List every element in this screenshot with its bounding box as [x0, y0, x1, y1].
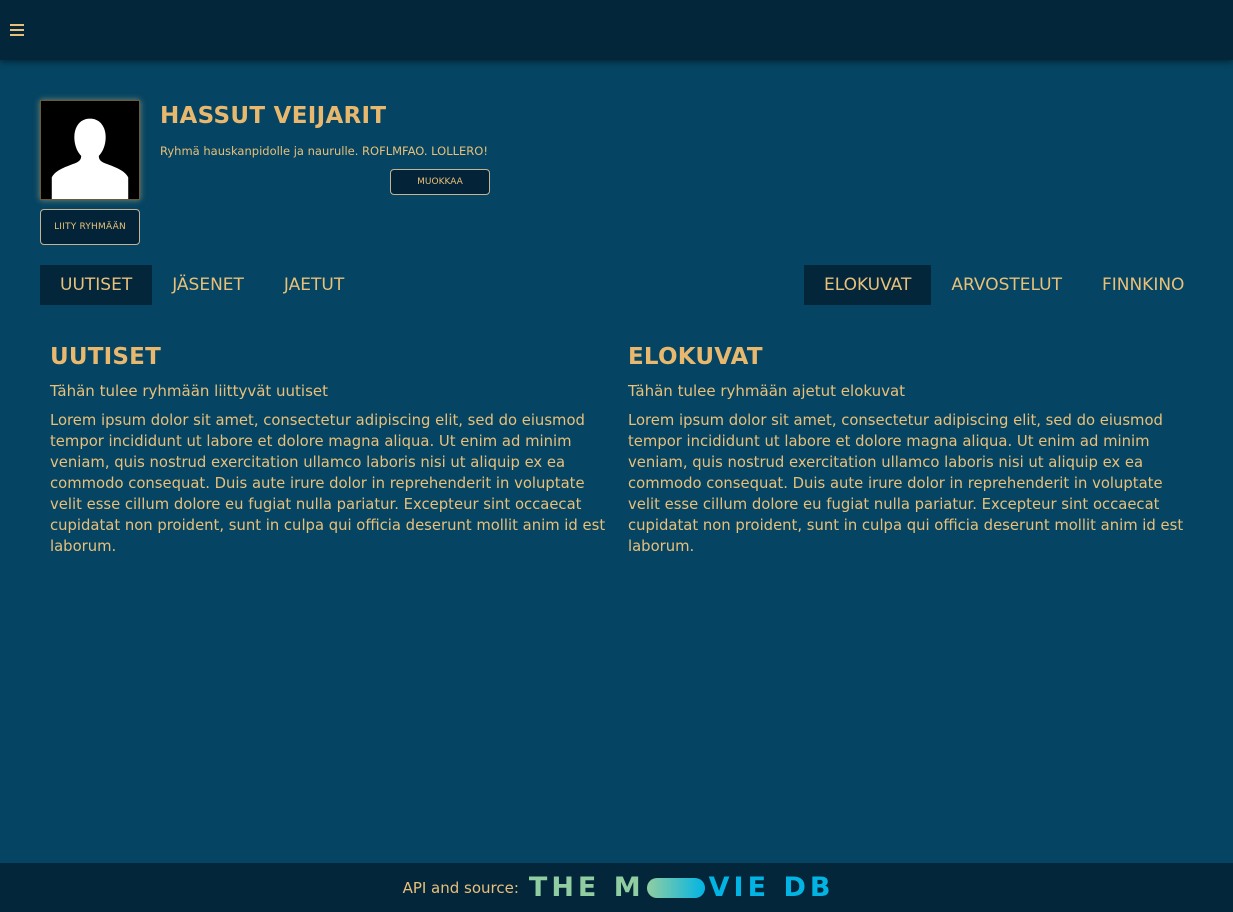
movies-heading: ELOKUVAT	[628, 344, 763, 370]
tab-shared[interactable]: JAETUT	[264, 265, 364, 305]
tmdb-logo-text-start: THE M	[528, 872, 645, 903]
right-tab-bar: ELOKUVAT ARVOSTELUT FINNKINO	[804, 265, 1204, 305]
tab-reviews[interactable]: ARVOSTELUT	[931, 265, 1082, 305]
hamburger-menu-icon[interactable]	[10, 24, 24, 36]
left-tab-bar: UUTISET JÄSENET JAETUT	[40, 265, 364, 305]
tab-movies[interactable]: ELOKUVAT	[804, 265, 932, 305]
tab-members[interactable]: JÄSENET	[152, 265, 264, 305]
tab-news[interactable]: UUTISET	[40, 265, 153, 305]
footer-api-label: API and source:	[402, 878, 519, 897]
movies-subtitle: Tähän tulee ryhmään ajetut elokuvat	[628, 382, 906, 400]
edit-button[interactable]: MUOKKAA	[390, 169, 490, 195]
group-avatar	[40, 100, 140, 200]
footer: API and source: THE M VIE DB	[0, 863, 1233, 912]
group-title: HASSUT VEIJARIT	[160, 103, 387, 129]
join-group-button[interactable]: LIITY RYHMÄÄN	[40, 209, 140, 245]
tmdb-logo-pill-icon	[646, 877, 705, 898]
news-body: Lorem ipsum dolor sit amet, consectetur …	[50, 412, 606, 555]
news-section: UUTISET Tähän tulee ryhmään liittyvät uu…	[50, 344, 610, 557]
news-subtitle: Tähän tulee ryhmään liittyvät uutiset	[50, 382, 329, 400]
news-heading: UUTISET	[50, 344, 161, 370]
tab-finnkino[interactable]: FINNKINO	[1082, 265, 1205, 305]
user-silhouette-icon	[41, 101, 139, 199]
movies-section: ELOKUVAT Tähän tulee ryhmään ajetut elok…	[628, 344, 1188, 557]
top-bar	[0, 0, 1233, 60]
tmdb-logo[interactable]: THE M VIE DB	[529, 872, 835, 903]
movies-body: Lorem ipsum dolor sit amet, consectetur …	[628, 412, 1184, 555]
tmdb-logo-text-end: VIE DB	[708, 872, 835, 903]
group-description: Ryhmä hauskanpidolle ja naurulle. ROFLMF…	[160, 144, 488, 158]
